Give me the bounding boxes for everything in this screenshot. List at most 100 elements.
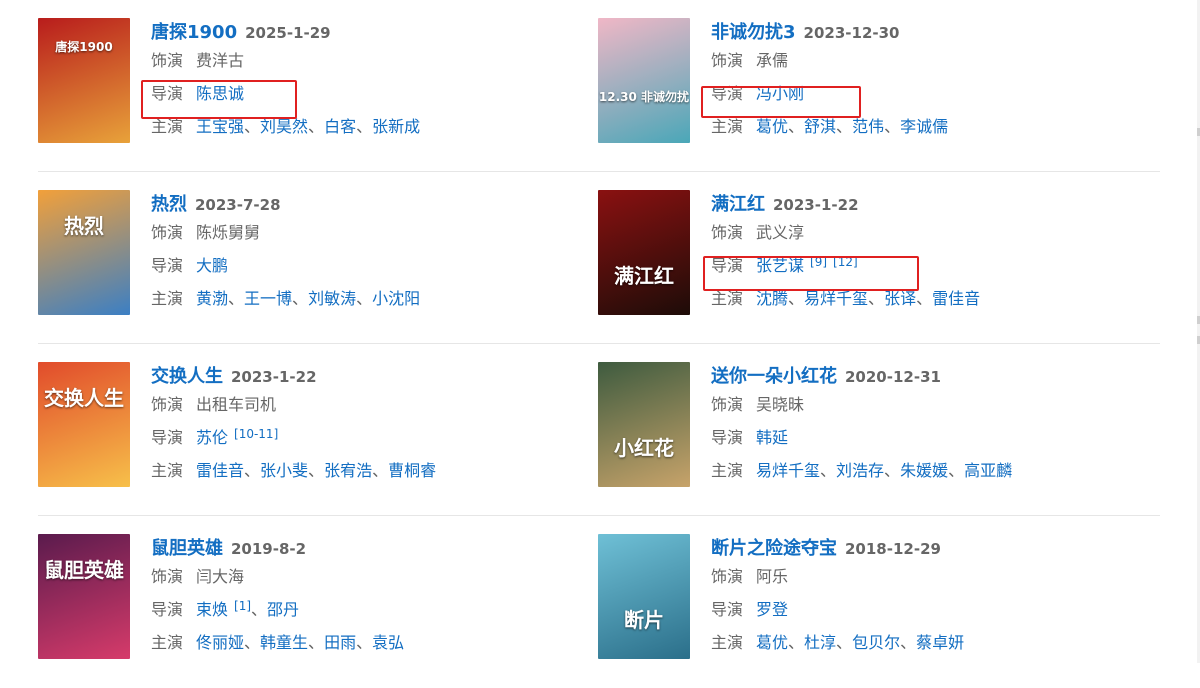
cast-member-link[interactable]: 曹桐睿 xyxy=(388,457,436,481)
cast-member-link[interactable]: 葛优 xyxy=(756,113,788,137)
film-poster[interactable]: 热烈 xyxy=(38,190,130,315)
director-link[interactable]: 冯小刚 xyxy=(756,80,804,104)
separator: 、 xyxy=(356,289,373,308)
cast-member-link[interactable]: 张小斐 xyxy=(260,457,308,481)
cast-member-link[interactable]: 蔡卓妍 xyxy=(916,629,964,653)
cast-member-link[interactable]: 白客 xyxy=(324,113,356,137)
film-entry: 鼠胆英雄 鼠胆英雄 2019-8-2 饰演 闫大海 导演 束焕 [1]、邵丹 主演 佟丽娅、韩童生… xyxy=(38,516,598,688)
cast-member-link[interactable]: 张宥浩 xyxy=(324,457,372,481)
director-label: 导演 xyxy=(711,256,744,275)
director-link[interactable]: 苏伦 xyxy=(196,424,228,448)
film-poster[interactable]: 小红花 xyxy=(598,362,690,487)
film-info: 交换人生 2023-1-22 饰演 出租车司机 导演 苏伦 [10-11] 主演 雷佳音、张小斐… xyxy=(151,362,436,489)
cast-label: 主演 xyxy=(711,289,744,308)
film-info: 满江红 2023-1-22 饰演 武义淳 导演 张艺谋 [9] [12] 主演 沈腾、易烊千玺、张… xyxy=(711,190,980,317)
cast-member-link[interactable]: 刘敏涛 xyxy=(308,285,356,309)
film-info: 鼠胆英雄 2019-8-2 饰演 闫大海 导演 束焕 [1]、邵丹 主演 佟丽娅、韩童生、田雨、… xyxy=(151,534,404,661)
film-title-link[interactable]: 送你一朵小红花 xyxy=(711,362,837,388)
cast-member-link[interactable]: 朱媛媛 xyxy=(900,457,948,481)
film-title-link[interactable]: 断片之险途夺宝 xyxy=(711,534,837,560)
cast-member-link[interactable]: 佟丽娅 xyxy=(196,629,244,653)
cast-member-link[interactable]: 易烊千玺 xyxy=(756,457,820,481)
cast-member-link[interactable]: 刘浩存 xyxy=(836,457,884,481)
separator: 、 xyxy=(308,117,325,136)
separator: 、 xyxy=(820,461,837,480)
film-poster[interactable]: 唐探1900 xyxy=(38,18,130,143)
role-name: 出租车司机 xyxy=(196,395,277,414)
cast-member-link[interactable]: 韩童生 xyxy=(260,629,308,653)
cast-member-link[interactable]: 舒淇 xyxy=(804,113,836,137)
reference-link[interactable]: [12] xyxy=(833,255,858,269)
poster-text: 断片 xyxy=(624,608,664,632)
reference-link[interactable]: [9] xyxy=(810,255,827,269)
cast-member-link[interactable]: 范伟 xyxy=(852,113,884,137)
cast-member-link[interactable]: 杜淳 xyxy=(804,629,836,653)
cast-member-link[interactable]: 葛优 xyxy=(756,629,788,653)
separator: 、 xyxy=(356,633,373,652)
film-poster[interactable]: 交换人生 xyxy=(38,362,130,487)
role-label: 饰演 xyxy=(711,567,744,586)
role-name: 费洋古 xyxy=(196,51,245,70)
film-title-link[interactable]: 交换人生 xyxy=(151,362,223,388)
film-entry: 小红花 送你一朵小红花 2020-12-31 饰演 吴晓昧 导演 韩延 主演 易烊千玺、刘浩存、… xyxy=(598,344,1160,516)
separator: 、 xyxy=(788,117,805,136)
film-info: 唐探1900 2025-1-29 饰演 费洋古 导演 陈思诚 主演 王宝强、刘昊然、白客、张新… xyxy=(151,18,420,145)
film-title-link[interactable]: 热烈 xyxy=(151,190,187,216)
reference-link[interactable]: [10-11] xyxy=(234,427,278,441)
film-poster[interactable]: 鼠胆英雄 xyxy=(38,534,130,659)
separator: 、 xyxy=(308,633,325,652)
cast-member-link[interactable]: 包贝尔 xyxy=(852,629,900,653)
cast-member-link[interactable]: 沈腾 xyxy=(756,285,788,309)
cast-member-link[interactable]: 雷佳音 xyxy=(932,285,980,309)
cast-member-link[interactable]: 小沈阳 xyxy=(372,285,420,309)
director-label: 导演 xyxy=(711,84,744,103)
film-title-link[interactable]: 非诚勿扰3 xyxy=(711,18,796,44)
cast-member-link[interactable]: 张译 xyxy=(884,285,916,309)
cast-member-link[interactable]: 王宝强 xyxy=(196,113,244,137)
film-info: 非诚勿扰3 2023-12-30 饰演 承儒 导演 冯小刚 主演 葛优、舒淇、范伟、李诚儒 xyxy=(711,18,948,145)
separator: 、 xyxy=(244,117,261,136)
cast-member-link[interactable]: 高亚麟 xyxy=(964,457,1012,481)
role-label: 饰演 xyxy=(151,223,184,242)
film-entry: 满江红 满江红 2023-1-22 饰演 武义淳 导演 张艺谋 [9] [12] 主演 沈腾、易烊千… xyxy=(598,172,1160,344)
director-link[interactable]: 陈思诚 xyxy=(196,80,244,104)
role-name: 承儒 xyxy=(756,51,789,70)
film-poster[interactable]: 断片 xyxy=(598,534,690,659)
cast-member-link[interactable]: 张新成 xyxy=(372,113,420,137)
cast-label: 主演 xyxy=(711,461,744,480)
separator: 、 xyxy=(948,461,965,480)
film-title-link[interactable]: 满江红 xyxy=(711,190,765,216)
cast-member-link[interactable]: 袁弘 xyxy=(372,629,404,653)
separator: 、 xyxy=(788,633,805,652)
director-link[interactable]: 韩延 xyxy=(756,424,788,448)
separator: 、 xyxy=(900,633,917,652)
separator: 、 xyxy=(244,461,261,480)
director-link[interactable]: 大鹏 xyxy=(196,252,228,276)
release-date: 2019-8-2 xyxy=(231,540,307,558)
film-info: 断片之险途夺宝 2018-12-29 饰演 阿乐 导演 罗登 主演 葛优、杜淳、包贝尔、蔡卓妍 xyxy=(711,534,964,661)
film-poster[interactable]: 满江红 xyxy=(598,190,690,315)
film-poster[interactable]: 12.30 非诚勿扰 xyxy=(598,18,690,143)
cast-member-link[interactable]: 田雨 xyxy=(324,629,356,653)
cast-member-link[interactable]: 易烊千玺 xyxy=(804,285,868,309)
separator: 、 xyxy=(884,117,901,136)
role-name: 陈烁舅舅 xyxy=(196,223,261,242)
film-title-link[interactable]: 鼠胆英雄 xyxy=(151,534,223,560)
director-link[interactable]: 张艺谋 xyxy=(756,252,804,276)
role-name: 吴晓昧 xyxy=(756,395,805,414)
cast-member-link[interactable]: 刘昊然 xyxy=(260,113,308,137)
cast-member-link[interactable]: 黄渤 xyxy=(196,285,228,309)
cast-member-link[interactable]: 王一博 xyxy=(244,285,292,309)
director-link[interactable]: 罗登 xyxy=(756,596,788,620)
separator: 、 xyxy=(308,461,325,480)
cast-member-link[interactable]: 雷佳音 xyxy=(196,457,244,481)
separator: 、 xyxy=(868,289,885,308)
reference-link[interactable]: [1] xyxy=(234,599,251,613)
poster-text: 小红花 xyxy=(614,436,674,460)
director-link[interactable]: 邵丹 xyxy=(267,596,299,620)
poster-text: 唐探1900 xyxy=(55,40,113,54)
film-title-link[interactable]: 唐探1900 xyxy=(151,18,237,44)
cast-member-link[interactable]: 李诚儒 xyxy=(900,113,948,137)
separator: 、 xyxy=(372,461,389,480)
director-link[interactable]: 束焕 xyxy=(196,596,228,620)
